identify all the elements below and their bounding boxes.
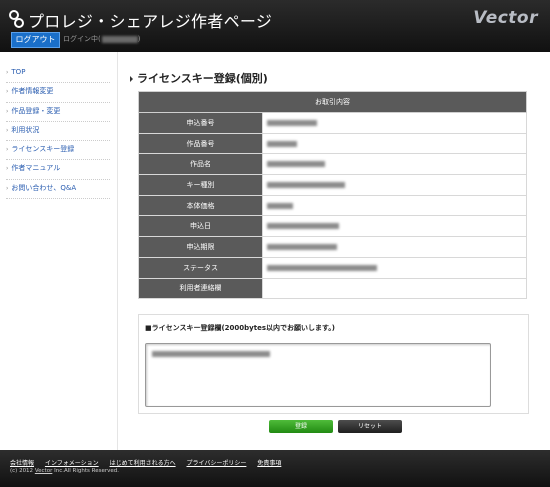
row-label-order-date: 申込日 — [138, 215, 263, 238]
license-key-textarea[interactable] — [145, 343, 491, 407]
copyright-company-link[interactable]: Vector — [35, 468, 53, 474]
chevron-right-icon: › — [6, 88, 9, 96]
order-details-table: お取引内容 申込番号 作品番号 作品名 キー種別 本体価格 申込日 申込期限 ス… — [138, 91, 527, 300]
chevron-right-icon: › — [6, 146, 9, 154]
table-row: ステータス — [138, 256, 527, 279]
row-value-key-type — [262, 174, 527, 196]
row-value-product-name — [262, 153, 527, 176]
vector-logo[interactable]: Vector — [473, 8, 538, 28]
table-row: 作品名 — [138, 153, 527, 176]
table-caption: お取引内容 — [138, 91, 527, 113]
redacted-value — [267, 223, 339, 230]
row-value-order-number — [262, 112, 527, 134]
row-label-base-price: 本体価格 — [138, 194, 263, 217]
sidebar-item-label: ライセンスキー登録 — [11, 145, 75, 154]
row-label-product-name: 作品名 — [138, 153, 263, 176]
row-label-product-number: 作品番号 — [138, 132, 263, 155]
row-value-base-price — [262, 194, 527, 217]
sidebar-item-manual[interactable]: › 作者マニュアル — [6, 160, 110, 180]
login-status-suffix: ) — [137, 35, 141, 43]
site-title: プロレジ・シェアレジ作者ページ — [28, 12, 273, 31]
register-button[interactable]: 登録 — [269, 420, 333, 433]
sidebar-item-license-key[interactable]: › ライセンスキー登録 — [6, 141, 110, 161]
footer-links: 会社情報 インフォメーション はじめて利用される方へ プライバシーポリシー 免責… — [10, 458, 290, 467]
row-label-key-type: キー種別 — [138, 174, 263, 196]
row-label-deadline: 申込期限 — [138, 236, 263, 258]
redacted-value — [267, 181, 345, 188]
page-footer: 会社情報 インフォメーション はじめて利用される方へ プライバシーポリシー 免責… — [0, 450, 550, 487]
sidebar-item-label: 利用状況 — [11, 125, 40, 134]
copyright-suffix: Inc.All Rights Reserved. — [54, 468, 119, 474]
table-row: キー種別 — [138, 174, 527, 196]
page-header: プロレジ・シェアレジ作者ページ Vector ログアウト ログイン中() — [0, 0, 550, 52]
sidebar-menu: › TOP › 作者情報変更 › 作品登録・変更 › 利用状況 › ライセンスキー登録 ›… — [6, 64, 110, 200]
table-row: 申込期限 — [138, 236, 527, 258]
redacted-value — [267, 119, 317, 126]
copyright-prefix: (c) 2012 — [10, 468, 34, 474]
footer-link-first-time[interactable]: はじめて利用される方へ — [110, 460, 176, 467]
table-row: 申込日 — [138, 215, 527, 238]
chevron-right-icon: › — [6, 184, 9, 192]
sidebar-item-usage[interactable]: › 利用状況 — [6, 122, 110, 142]
sidebar-item-author-info[interactable]: › 作者情報変更 — [6, 83, 110, 103]
row-label-user-contact: 利用者連絡欄 — [138, 277, 263, 300]
row-value-status — [262, 256, 527, 279]
license-key-registration-box: ■ライセンスキー登録欄(2000bytes以内でお願いします。) — [138, 314, 529, 414]
logout-button[interactable]: ログアウト — [11, 32, 60, 48]
row-label-status: ステータス — [138, 256, 263, 279]
sidebar-item-contact[interactable]: › お問い合わせ、Q&A — [6, 180, 110, 200]
main-content: ライセンスキー登録(個別) お取引内容 申込番号 作品番号 作品名 キー種別 本… — [118, 52, 550, 450]
sidebar-item-label: 作品登録・変更 — [11, 106, 61, 115]
chevron-right-icon: › — [6, 107, 9, 115]
sidebar-item-label: お問い合わせ、Q&A — [11, 183, 77, 192]
redacted-value — [152, 351, 270, 357]
row-value-user-contact — [262, 277, 527, 300]
table-row: 本体価格 — [138, 194, 527, 217]
redacted-value — [267, 243, 337, 250]
sidebar-item-top[interactable]: › TOP — [6, 64, 110, 84]
sidebar-item-product-registration[interactable]: › 作品登録・変更 — [6, 103, 110, 122]
footer-link-privacy[interactable]: プライバシーポリシー — [187, 460, 247, 467]
row-label-order-number: 申込番号 — [138, 112, 263, 134]
row-value-deadline — [262, 236, 527, 258]
row-value-product-number — [262, 132, 527, 155]
sidebar-item-label: 作者マニュアル — [11, 164, 61, 173]
logo-icon — [9, 10, 24, 28]
sidebar: › TOP › 作者情報変更 › 作品登録・変更 › 利用状況 › ライセンスキー登録 ›… — [0, 52, 118, 450]
license-key-field-label: ■ライセンスキー登録欄(2000bytes以内でお願いします。) — [145, 324, 335, 332]
triangle-bullet-icon — [130, 76, 133, 82]
table-row: 申込番号 — [138, 112, 527, 134]
reset-button[interactable]: リセット — [338, 420, 402, 433]
footer-link-company[interactable]: 会社情報 — [10, 460, 34, 467]
login-status-prefix: ログイン中( — [63, 35, 101, 43]
page-title: ライセンスキー登録(個別) — [130, 70, 268, 86]
redacted-value — [267, 202, 293, 209]
chevron-right-icon: › — [6, 165, 9, 173]
login-status: ログイン中() — [63, 34, 140, 44]
footer-link-information[interactable]: インフォメーション — [45, 460, 99, 467]
sidebar-item-label: TOP — [11, 68, 26, 76]
copyright: (c) 2012 Vector Inc.All Rights Reserved. — [10, 468, 119, 474]
redacted-value — [267, 140, 297, 147]
sidebar-item-label: 作者情報変更 — [11, 87, 54, 96]
redacted-value — [267, 264, 377, 271]
page-title-text: ライセンスキー登録(個別) — [137, 72, 268, 85]
row-value-order-date — [262, 215, 527, 238]
redacted-value — [267, 161, 325, 168]
chevron-right-icon: › — [6, 69, 9, 76]
footer-link-disclaimer[interactable]: 免責事項 — [257, 460, 281, 467]
table-row: 作品番号 — [138, 132, 527, 155]
redacted-username — [101, 35, 138, 43]
table-row: 利用者連絡欄 — [138, 277, 527, 300]
chevron-right-icon: › — [6, 126, 9, 134]
